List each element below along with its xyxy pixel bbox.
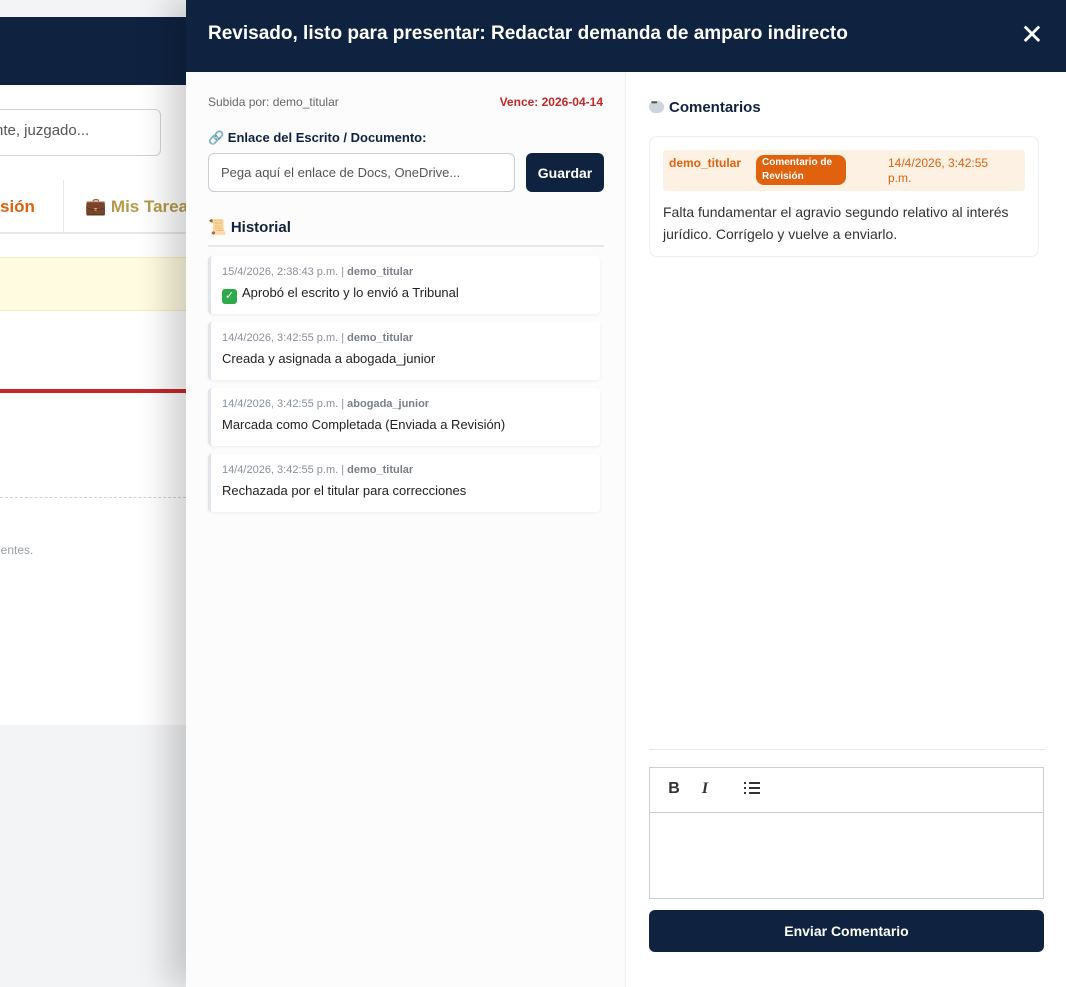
due-date: Vence: 2026-04-14 <box>499 95 603 109</box>
history-item: 14/4/2026, 3:42:55 p.m. | demo_titular R… <box>208 454 600 512</box>
history-user: abogada_junior <box>347 398 430 410</box>
history-date: 14/4/2026, 3:42:55 p.m. | <box>222 332 348 344</box>
tab-divider <box>63 180 64 232</box>
history-meta: 14/4/2026, 3:42:55 p.m. | abogada_junior <box>222 398 600 410</box>
history-text: Marcada como Completada (Enviada a Revis… <box>222 417 506 432</box>
italic-icon[interactable]: I <box>695 780 715 800</box>
history-item: 14/4/2026, 3:42:55 p.m. | abogada_junior… <box>208 388 600 446</box>
save-link-button[interactable]: Guardar <box>526 153 604 192</box>
comment-header: demo_titular Comentario de Revisión 14/4… <box>663 150 1025 191</box>
history-user: demo_titular <box>347 464 414 476</box>
document-link-input[interactable] <box>208 153 515 192</box>
drawer-right-column: Comentarios demo_titular Comentario de R… <box>627 72 1066 987</box>
history-user: demo_titular <box>347 332 414 344</box>
history-divider <box>208 245 604 247</box>
history-user: demo_titular <box>347 266 414 278</box>
app-search-input[interactable]: nte, juzgado... <box>0 109 161 156</box>
history-text: Rechazada por el titular para correccion… <box>222 483 467 498</box>
comment-body: Falta fundamentar el agravio segundo rel… <box>663 204 1009 242</box>
history-meta: 14/4/2026, 3:42:55 p.m. | demo_titular <box>222 464 600 476</box>
composer-divider <box>649 749 1045 750</box>
history-text: Creada y asignada a abogada_junior <box>222 351 436 366</box>
history-item: 15/4/2026, 2:38:43 p.m. | demo_titular ✓… <box>208 256 600 314</box>
send-comment-button[interactable]: Enviar Comentario <box>649 910 1044 952</box>
bullet-list-icon[interactable] <box>742 780 762 800</box>
bold-icon[interactable]: B <box>664 780 684 800</box>
speech-bubble-icon <box>649 98 664 113</box>
comment-editor: B I <box>649 767 1044 899</box>
close-icon[interactable]: ✕ <box>1020 21 1044 49</box>
editor-toolbar: B I <box>650 768 1043 813</box>
task-detail-drawer: Revisado, listo para presentar: Redactar… <box>186 0 1066 987</box>
history-meta: 15/4/2026, 2:38:43 p.m. | demo_titular <box>222 266 600 278</box>
history-meta: 14/4/2026, 3:42:55 p.m. | demo_titular <box>222 332 600 344</box>
history-date: 15/4/2026, 2:38:43 p.m. | <box>222 266 348 278</box>
history-list: 15/4/2026, 2:38:43 p.m. | demo_titular ✓… <box>208 256 600 520</box>
comments-title-label: Comentarios <box>669 99 761 116</box>
drawer-title: Revisado, listo para presentar: Redactar… <box>208 23 848 44</box>
comments-title: Comentarios <box>649 98 761 116</box>
uploaded-by: Subida por: demo_titular <box>208 95 339 109</box>
comment-author: demo_titular <box>669 156 742 170</box>
briefcase-icon: 💼 <box>85 197 107 216</box>
app-dashed-divider <box>0 497 186 498</box>
history-text-label: Aprobó el escrito y lo envió a Tribunal <box>242 285 459 300</box>
comment-date: 14/4/2026, 3:42:55 p.m. <box>888 156 989 185</box>
history-item: 14/4/2026, 3:42:55 p.m. | demo_titular C… <box>208 322 600 380</box>
app-tab-mis-tareas[interactable]: 💼 Mis Tarea <box>85 197 188 217</box>
check-icon: ✓ <box>222 289 237 304</box>
history-text: ✓ Aprobó el escrito y lo envió a Tribunal <box>222 285 600 304</box>
app-note-text: ientes. <box>0 543 34 557</box>
history-date: 14/4/2026, 3:42:55 p.m. | <box>222 398 348 410</box>
drawer-header: Revisado, listo para presentar: Redactar… <box>186 0 1066 72</box>
history-title: 📜 Historial <box>208 219 291 236</box>
comment-text-area[interactable] <box>650 813 1043 898</box>
history-date: 14/4/2026, 3:42:55 p.m. | <box>222 464 348 476</box>
app-tab-mis-tareas-label: Mis Tarea <box>110 197 189 216</box>
comment-type-badge: Comentario de Revisión <box>756 155 846 185</box>
drawer-left-column: Subida por: demo_titular Vence: 2026-04-… <box>186 72 626 987</box>
comment-card: demo_titular Comentario de Revisión 14/4… <box>649 136 1039 257</box>
app-tab-revision[interactable]: sión <box>0 197 35 217</box>
document-link-label: 🔗 Enlace del Escrito / Documento: <box>208 130 427 145</box>
